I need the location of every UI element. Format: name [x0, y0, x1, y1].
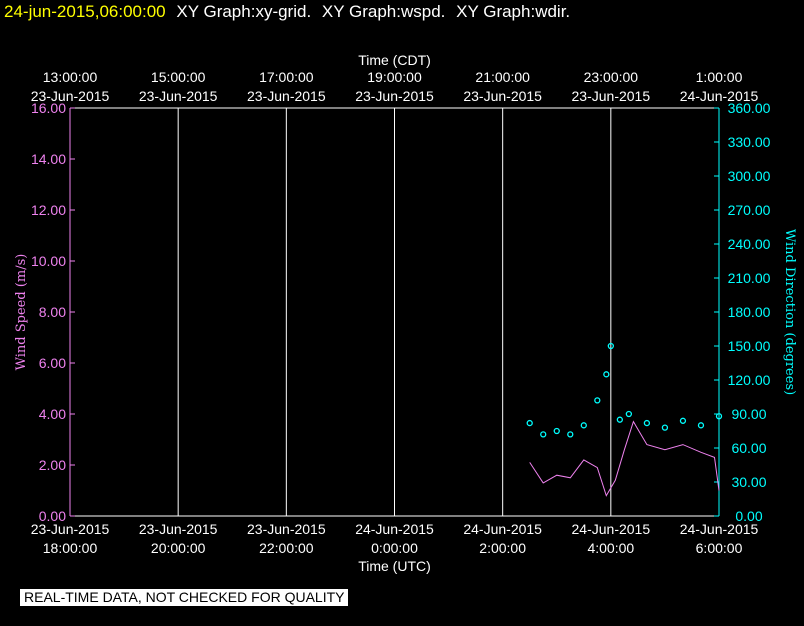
left-axis-label: Wind Speed (m/s) [14, 254, 29, 371]
top-tick-date: 23-Jun-2015 [139, 88, 218, 104]
top-tick-time: 13:00:00 [43, 69, 98, 85]
bottom-tick-date: 24-Jun-2015 [355, 521, 434, 537]
right-tick-label: 360.00 [728, 100, 771, 116]
left-tick-label: 6.00 [39, 355, 66, 371]
right-axis-label: Wind Direction (degrees) [782, 229, 797, 395]
top-tick-time: 1:00:00 [696, 69, 743, 85]
bottom-tick-time: 2:00:00 [479, 540, 526, 556]
top-tick-date: 23-Jun-2015 [247, 88, 326, 104]
wind-direction-point [643, 419, 651, 427]
left-tick-label: 14.00 [31, 151, 66, 167]
bottom-tick-date: 23-Jun-2015 [139, 521, 218, 537]
right-tick-label: 210.00 [728, 270, 771, 286]
left-tick-label: 4.00 [39, 406, 66, 422]
wind-direction-point [540, 431, 547, 438]
wind-direction-point [661, 424, 669, 431]
right-tick-label: 30.00 [731, 474, 766, 490]
right-tick-label: 120.00 [728, 372, 771, 388]
wind-direction-point [603, 371, 610, 378]
wind-chart: 13:00:00 23-Jun-2015 15:00:00 23-Jun-2015 17… [14, 52, 797, 574]
bottom-axis-label: Time (UTC) [358, 558, 431, 574]
right-tick-label: 90.00 [731, 406, 766, 422]
bottom-tick-date: 24-Jun-2015 [463, 521, 542, 537]
wind-direction-point [580, 422, 587, 429]
top-tick-time: 17:00:00 [259, 69, 314, 85]
right-tick-label: 240.00 [728, 236, 771, 252]
left-tick-label: 10.00 [31, 253, 66, 269]
wind-direction-point [594, 397, 601, 404]
bottom-tick-date: 23-Jun-2015 [247, 521, 326, 537]
top-tick-time: 21:00:00 [475, 69, 530, 85]
top-tick-date: 23-Jun-2015 [355, 88, 434, 104]
bottom-tick-time: 18:00:00 [43, 540, 98, 556]
top-tick-date: 23-Jun-2015 [572, 88, 651, 104]
right-tick-label: 150.00 [728, 338, 771, 354]
left-tick-label: 16.00 [31, 100, 66, 116]
top-tick-date: 23-Jun-2015 [463, 88, 542, 104]
right-tick-label: 300.00 [728, 168, 771, 184]
wind-direction-point [553, 427, 560, 435]
wind-direction-point [697, 422, 705, 429]
right-tick-label: 180.00 [728, 304, 771, 320]
left-tick-label: 2.00 [39, 457, 66, 473]
right-tick-label: 330.00 [728, 134, 771, 150]
bottom-tick-time: 0:00:00 [371, 540, 418, 556]
right-tick-label: 60.00 [731, 440, 766, 456]
top-tick-time: 19:00:00 [367, 69, 422, 85]
quality-notice: REAL-TIME DATA, NOT CHECKED FOR QUALITY [20, 589, 349, 606]
left-tick-label: 8.00 [39, 304, 66, 320]
bottom-tick-time: 22:00:00 [259, 540, 314, 556]
wind-direction-point [526, 419, 533, 427]
right-tick-label: 270.00 [728, 202, 771, 218]
wind-direction-point [567, 431, 574, 438]
right-tick-label: 0.00 [735, 508, 762, 524]
top-tick-time: 15:00:00 [151, 69, 206, 85]
left-tick-label: 0.00 [39, 508, 66, 524]
wind-direction-point [616, 416, 623, 423]
wind-direction-point [679, 417, 687, 424]
wind-direction-point [625, 410, 633, 418]
top-axis-label: Time (CDT) [358, 52, 431, 68]
bottom-tick-time: 4:00:00 [587, 540, 634, 556]
bottom-tick-time: 20:00:00 [151, 540, 206, 556]
bottom-tick-date: 24-Jun-2015 [572, 521, 651, 537]
bottom-tick-time: 6:00:00 [696, 540, 743, 556]
top-tick-time: 23:00:00 [584, 69, 639, 85]
left-tick-label: 12.00 [31, 202, 66, 218]
